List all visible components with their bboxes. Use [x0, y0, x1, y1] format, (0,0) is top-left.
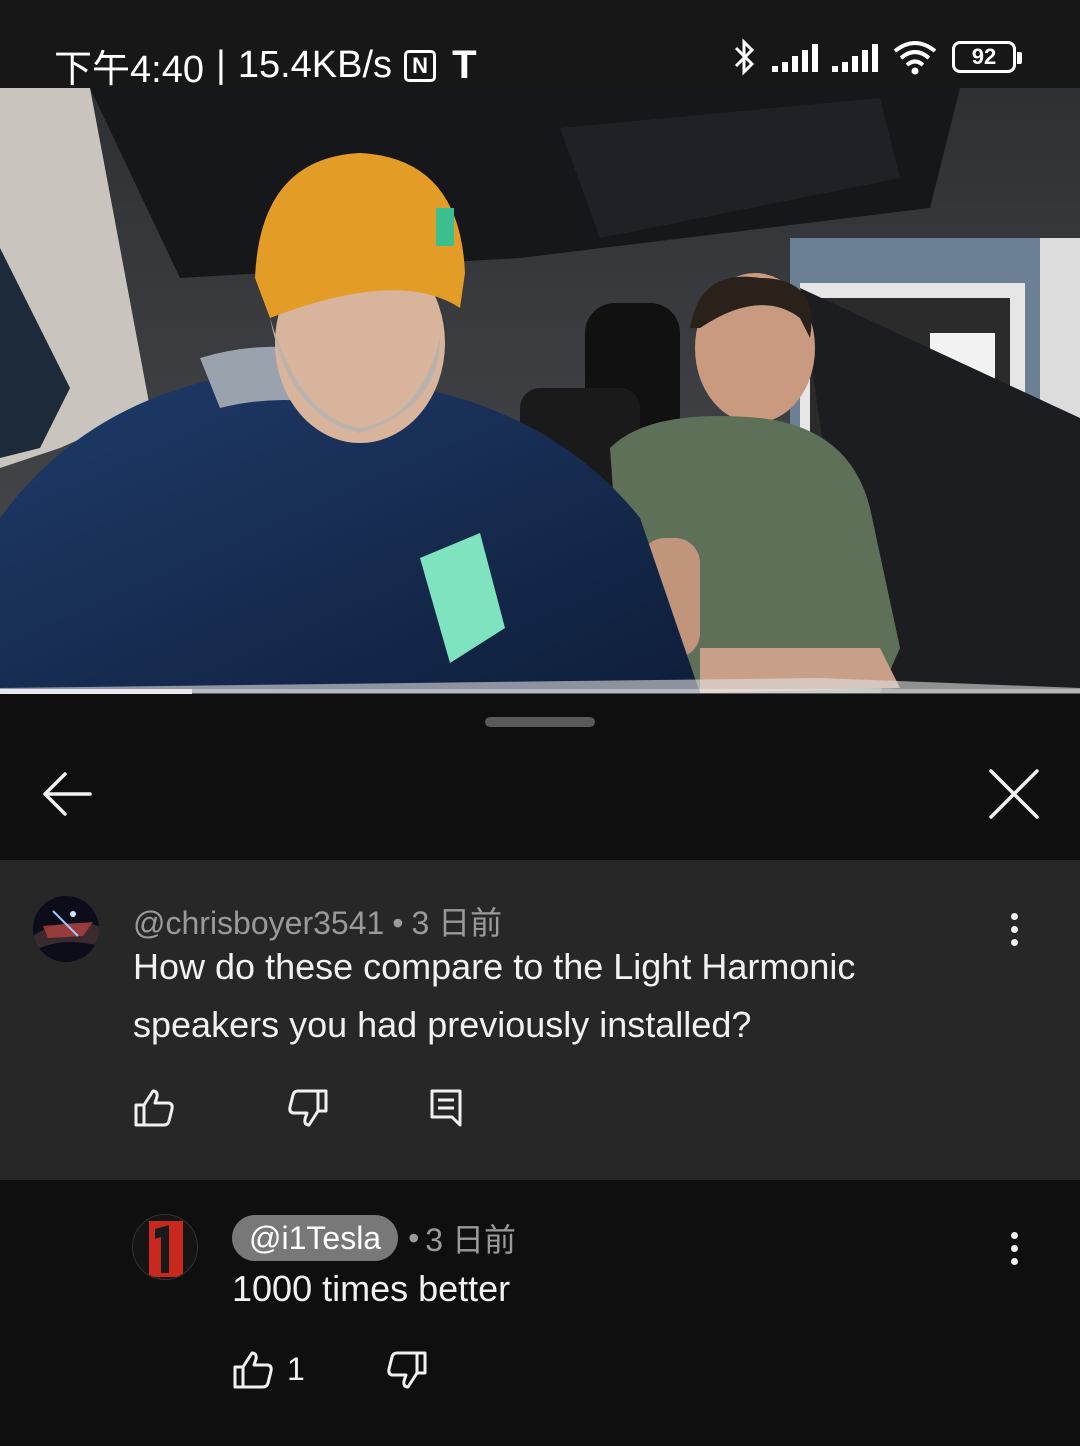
reply-text: 1000 times better — [232, 1268, 511, 1309]
status-right: 92 — [732, 38, 1022, 76]
avatar[interactable] — [132, 1214, 198, 1280]
reply-icon — [430, 1089, 462, 1127]
arrow-left-icon — [43, 772, 92, 816]
wifi-icon — [893, 41, 937, 75]
creator-author-chip[interactable]: @i1Tesla — [232, 1215, 399, 1261]
network-speed: 15.4KB/s — [237, 44, 393, 86]
status-left: 下午4:40 | 15.4KB/s N T — [54, 38, 477, 93]
dislike-icon — [288, 1089, 328, 1127]
drag-handle[interactable] — [485, 717, 595, 727]
tesla-notification-icon: T — [452, 43, 477, 87]
reply-button[interactable] — [418, 1080, 474, 1136]
video-player[interactable] — [0, 88, 1080, 693]
more-vert-icon — [1010, 912, 1018, 920]
close-button[interactable] — [974, 754, 1054, 834]
nfc-icon: N — [404, 49, 437, 82]
comments-sheet: @chrisboyer3541 • 3 日前 How do these compar… — [0, 694, 1080, 1446]
comment-time: 3 日前 — [411, 905, 503, 941]
bluetooth-icon — [734, 38, 755, 76]
like-icon — [134, 1089, 174, 1127]
avatar[interactable] — [33, 896, 99, 962]
comment-reply: @i1Tesla • 3 日前 1000 times better 1 — [0, 1180, 1080, 1446]
video-progress-bar[interactable] — [0, 689, 1080, 694]
comment-thread-parent: @chrisboyer3541 • 3 日前 How do these compar… — [0, 860, 1080, 1180]
reply-menu-button[interactable] — [990, 1216, 1038, 1280]
battery-icon: 92 — [952, 41, 1022, 73]
dislike-button[interactable] — [280, 1080, 336, 1136]
like-count: 1 — [287, 1351, 305, 1387]
comment-menu-button[interactable] — [990, 897, 1038, 961]
more-vert-icon — [1010, 1231, 1018, 1239]
dislike-button[interactable] — [379, 1342, 435, 1398]
close-icon — [989, 769, 1039, 819]
reply-meta: @i1Tesla • 3 日前 — [232, 1215, 516, 1261]
dislike-icon — [387, 1351, 427, 1389]
video-progress-fill — [0, 689, 193, 694]
status-bar: 下午4:40 | 15.4KB/s N T 92 — [0, 0, 1080, 91]
comment-author[interactable]: @chrisboyer3541 — [133, 905, 384, 941]
video-frame — [0, 88, 1080, 693]
status-time: 下午4:40 — [54, 49, 204, 91]
reply-time: 3 日前 — [425, 1222, 516, 1258]
like-icon — [233, 1351, 273, 1389]
like-button[interactable] — [126, 1080, 182, 1136]
like-button[interactable] — [225, 1342, 281, 1398]
signal-icon — [832, 42, 878, 72]
comment-text: How do these compare to the Light Harmon… — [133, 946, 856, 1045]
status-divider: | — [215, 44, 226, 86]
meta-separator: • — [392, 905, 404, 941]
back-button[interactable] — [27, 754, 107, 834]
meta-separator: • — [408, 1219, 420, 1256]
signal-icon — [772, 42, 818, 72]
